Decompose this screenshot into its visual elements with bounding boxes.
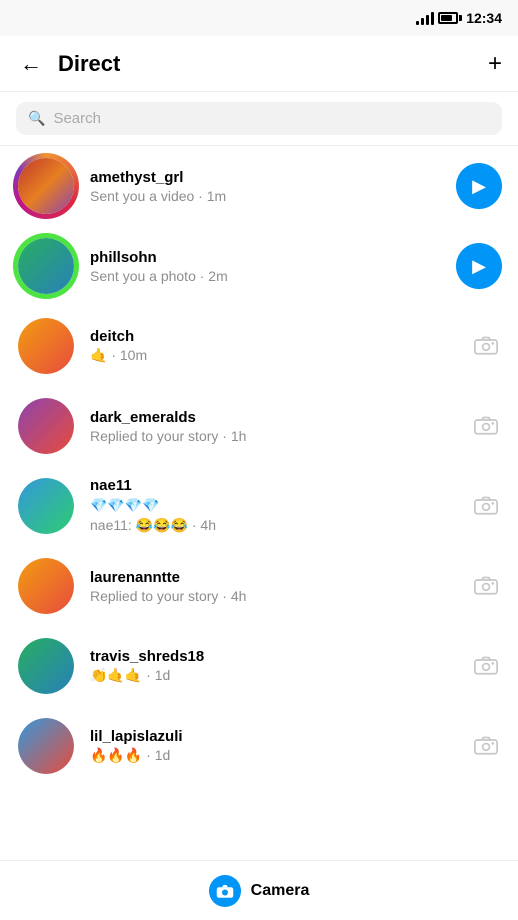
list-item[interactable]: deitch 🤙 · 10m <box>0 306 518 386</box>
camera-label: Camera <box>251 882 310 900</box>
camera-action-button[interactable] <box>470 490 502 522</box>
message-preview: Sent you a video · 1m <box>90 188 442 204</box>
avatar <box>16 396 76 456</box>
avatar <box>16 316 76 376</box>
avatar <box>16 156 76 216</box>
message-preview: 🔥🔥🔥 · 1d <box>90 747 456 764</box>
play-button[interactable]: ▶ <box>456 163 502 209</box>
list-item[interactable]: dark_emeralds Replied to your story · 1h <box>0 386 518 466</box>
avatar <box>16 556 76 616</box>
username: lil_lapislazuli <box>90 728 456 745</box>
status-bar: 12:34 <box>0 0 518 36</box>
back-button[interactable]: ← <box>16 47 46 81</box>
camera-action-button[interactable] <box>470 650 502 682</box>
username: deitch <box>90 328 456 345</box>
camera-action-button[interactable] <box>470 410 502 442</box>
camera-action-button[interactable] <box>470 570 502 602</box>
message-preview: Sent you a photo · 2m <box>90 268 442 284</box>
list-item[interactable]: nae11 💎💎💎💎nae11: 😂😂😂 · 4h <box>0 466 518 546</box>
list-item[interactable]: phillsohn Sent you a photo · 2m ▶ <box>0 226 518 306</box>
bottom-bar[interactable]: Camera <box>0 860 518 920</box>
signal-icon <box>416 11 434 25</box>
message-preview: 🤙 · 10m <box>90 347 456 364</box>
search-input[interactable]: Search <box>53 110 101 127</box>
camera-action-button[interactable] <box>470 330 502 362</box>
avatar <box>16 716 76 776</box>
list-item[interactable]: amethyst_grl Sent you a video · 1m ▶ <box>0 146 518 226</box>
camera-action-button[interactable] <box>470 730 502 762</box>
battery-icon <box>438 12 462 24</box>
list-item[interactable]: lil_lapislazuli 🔥🔥🔥 · 1d <box>0 706 518 786</box>
search-box[interactable]: 🔍 Search <box>16 102 502 135</box>
page-title: Direct <box>58 51 120 77</box>
search-icon: 🔍 <box>28 110 45 127</box>
username: phillsohn <box>90 249 442 266</box>
username: nae11 <box>90 477 456 494</box>
list-item[interactable]: travis_shreds18 👏🤙🤙 · 1d <box>0 626 518 706</box>
message-preview: Replied to your story · 1h <box>90 428 456 444</box>
camera-icon <box>209 875 241 907</box>
username: dark_emeralds <box>90 409 456 426</box>
message-preview: Replied to your story · 4h <box>90 588 456 604</box>
header: ← Direct + <box>0 36 518 92</box>
username: laurenanntte <box>90 569 456 586</box>
search-container: 🔍 Search <box>0 92 518 146</box>
list-item[interactable]: laurenanntte Replied to your story · 4h <box>0 546 518 626</box>
message-preview: 💎💎💎💎nae11: 😂😂😂 · 4h <box>90 496 456 535</box>
username: amethyst_grl <box>90 169 442 186</box>
avatar <box>16 476 76 536</box>
play-button[interactable]: ▶ <box>456 243 502 289</box>
message-preview: 👏🤙🤙 · 1d <box>90 667 456 684</box>
username: travis_shreds18 <box>90 648 456 665</box>
avatar <box>16 636 76 696</box>
avatar <box>16 236 76 296</box>
messages-list: amethyst_grlSent you a video · 1m▶phills… <box>0 146 518 860</box>
status-time: 12:34 <box>466 10 502 26</box>
status-icons: 12:34 <box>416 10 502 26</box>
add-button[interactable]: + <box>488 50 502 78</box>
